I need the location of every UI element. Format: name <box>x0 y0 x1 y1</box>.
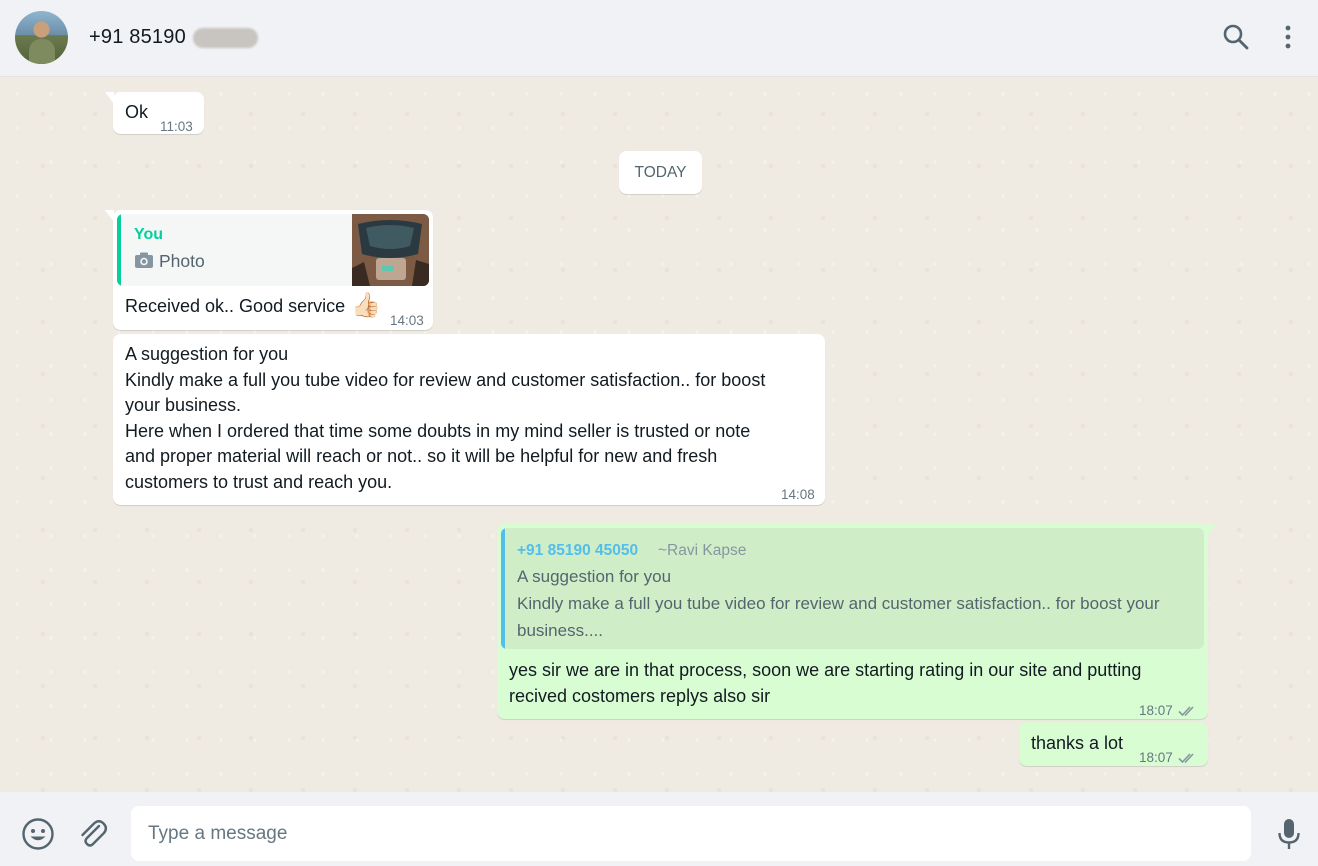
quote-text: A suggestion for you Kindly make a full … <box>517 563 1160 644</box>
message-text: yes sir we are in that process, soon we … <box>509 658 1141 709</box>
message-time: 14:03 <box>390 313 424 328</box>
message-line: your business. <box>125 395 242 415</box>
message-outgoing[interactable]: thanks a lot 18:07 <box>1019 722 1208 766</box>
date-separator: TODAY <box>619 151 702 194</box>
quote-line: A suggestion for you <box>517 567 672 586</box>
message-line: Kindly make a full you tube video for re… <box>125 369 766 390</box>
thumbs-up-emoji: 👍🏻 <box>351 292 381 319</box>
message-incoming[interactable]: You Photo Received ok.. Good service 👍🏻 … <box>105 210 433 330</box>
more-vertical-icon[interactable] <box>1273 22 1303 52</box>
conversation-panel[interactable]: Ok 11:03 TODAY You Photo Received ok.. G… <box>0 77 1318 792</box>
message-time: 11:03 <box>160 119 193 134</box>
camera-icon <box>134 251 154 269</box>
message-time: 14:08 <box>781 487 815 502</box>
quote-line: business.... <box>517 621 603 640</box>
quote-author: You <box>134 226 164 243</box>
message-text: Received ok.. Good service <box>125 296 346 316</box>
message-line: customers to trust and reach you. <box>125 471 393 492</box>
paperclip-icon[interactable] <box>75 816 111 852</box>
message-text: thanks a lot <box>1031 733 1124 753</box>
bubble-tail <box>105 210 114 222</box>
microphone-icon[interactable] <box>1271 816 1307 852</box>
contact-avatar[interactable] <box>15 11 68 64</box>
composer-bar <box>0 792 1318 866</box>
message-incoming[interactable]: Ok 11:03 <box>105 92 204 134</box>
contact-name[interactable]: +91 85190 <box>89 26 186 49</box>
message-time: 18:07 <box>1139 750 1173 765</box>
quote-text: Photo <box>159 251 205 271</box>
chat-header: +91 85190 <box>0 0 1318 77</box>
message-line: Here when I ordered that time some doubt… <box>125 420 751 441</box>
double-check-icon <box>1178 746 1198 764</box>
bubble-tail <box>105 92 114 104</box>
quoted-message[interactable]: +91 85190 45050 ~Ravi Kapse A suggestion… <box>501 528 1204 649</box>
message-incoming[interactable]: A suggestion for you Kindly make a full … <box>113 334 825 505</box>
message-text: A suggestion for you Kindly make a full … <box>125 342 765 495</box>
message-time: 18:07 <box>1139 703 1173 718</box>
quote-accent-bar <box>501 528 505 649</box>
search-icon[interactable] <box>1221 22 1251 52</box>
message-input[interactable] <box>148 806 1238 861</box>
quote-accent-bar <box>117 214 121 286</box>
message-line: recived costomers replys also sir <box>509 685 771 706</box>
redacted-name-part <box>193 28 258 48</box>
quote-author-phone: +91 85190 45050 <box>517 542 639 559</box>
message-line: and proper material will reach or not.. … <box>125 446 718 466</box>
avatar-figure <box>29 39 55 64</box>
bubble-tail <box>1207 524 1216 536</box>
message-line: yes sir we are in that process, soon we … <box>509 660 1142 680</box>
message-outgoing[interactable]: +91 85190 45050 ~Ravi Kapse A suggestion… <box>497 524 1216 719</box>
quote-line: Kindly make a full you tube video for re… <box>517 594 1160 613</box>
double-check-icon <box>1178 699 1198 717</box>
quoted-message[interactable]: You Photo <box>117 214 429 286</box>
message-input-field[interactable] <box>131 806 1251 861</box>
quote-author-name: ~Ravi Kapse <box>658 542 747 559</box>
quoted-photo-thumbnail <box>352 214 429 286</box>
message-line: A suggestion for you <box>125 344 289 364</box>
message-text: Ok <box>125 102 149 122</box>
emoji-icon[interactable] <box>20 816 56 852</box>
